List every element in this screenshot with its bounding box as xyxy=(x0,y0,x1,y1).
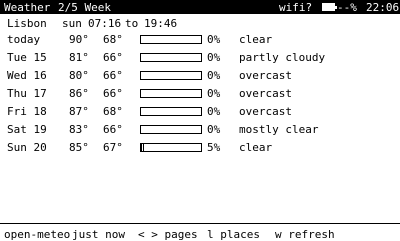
precip-bar xyxy=(140,107,202,116)
location-line: Lisbon sun 07:16 to 19:46 xyxy=(0,16,400,32)
sunrise-time: 07:16 xyxy=(88,17,122,30)
low-temp: 66° xyxy=(103,87,123,100)
precip-percent: 0% xyxy=(207,51,221,64)
wifi-status: wifi? xyxy=(279,1,313,14)
forecast-row: Thu 17 86° 66° 0% overcast xyxy=(0,86,400,102)
places-hint[interactable]: l places xyxy=(207,228,260,241)
day-label: Sat 19 xyxy=(7,123,47,136)
precip-bar xyxy=(140,125,202,134)
data-source: open-meteo xyxy=(4,228,71,241)
forecast-row: Fri 18 87° 68° 0% overcast xyxy=(0,104,400,120)
low-temp: 66° xyxy=(103,69,123,82)
forecast-row: today 90° 68° 0% clear xyxy=(0,32,400,48)
refresh-hint[interactable]: w refresh xyxy=(275,228,335,241)
forecast-row: Sun 20 85° 67° 5% clear xyxy=(0,140,400,156)
forecast-row: Sat 19 83° 66° 0% mostly clear xyxy=(0,122,400,138)
high-temp: 83° xyxy=(69,123,89,136)
precip-bar xyxy=(140,35,202,44)
precip-percent: 0% xyxy=(207,123,221,136)
low-temp: 68° xyxy=(103,105,123,118)
high-temp: 87° xyxy=(69,105,89,118)
day-label: Fri 18 xyxy=(7,105,47,118)
precip-bar-fill xyxy=(141,144,144,151)
battery-percent: --% xyxy=(337,1,357,14)
high-temp: 86° xyxy=(69,87,89,100)
precip-bar xyxy=(140,71,202,80)
day-label: Tue 15 xyxy=(7,51,47,64)
precip-percent: 0% xyxy=(207,33,221,46)
precip-percent: 0% xyxy=(207,69,221,82)
condition-text: partly cloudy xyxy=(239,51,326,64)
condition-text: clear xyxy=(239,141,273,154)
precip-bar xyxy=(140,143,202,152)
high-temp: 81° xyxy=(69,51,89,64)
day-label: Thu 17 xyxy=(7,87,47,100)
condition-text: clear xyxy=(239,33,273,46)
low-temp: 67° xyxy=(103,141,123,154)
forecast-row: Tue 15 81° 66° 0% partly cloudy xyxy=(0,50,400,66)
condition-text: mostly clear xyxy=(239,123,319,136)
precip-bar xyxy=(140,53,202,62)
day-label: Sun 20 xyxy=(7,141,47,154)
high-temp: 80° xyxy=(69,69,89,82)
freshness: just now xyxy=(72,228,125,241)
precip-percent: 5% xyxy=(207,141,221,154)
day-label: today xyxy=(7,33,41,46)
condition-text: overcast xyxy=(239,69,292,82)
condition-text: overcast xyxy=(239,87,292,100)
app-title: Weather xyxy=(4,1,51,14)
precip-bar xyxy=(140,89,202,98)
sunset-time: 19:46 xyxy=(144,17,178,30)
condition-text: overcast xyxy=(239,105,292,118)
sun-label: sun xyxy=(62,17,82,30)
high-temp: 90° xyxy=(69,33,89,46)
to-word: to xyxy=(125,17,139,30)
battery-icon xyxy=(322,3,337,11)
low-temp: 66° xyxy=(103,123,123,136)
page-indicator: 2/5 Week xyxy=(58,1,111,14)
location-name: Lisbon xyxy=(7,17,47,30)
status-bar: Weather 2/5 Week wifi? --% 22:06 xyxy=(0,0,400,14)
footer-divider xyxy=(0,223,400,224)
precip-percent: 0% xyxy=(207,87,221,100)
high-temp: 85° xyxy=(69,141,89,154)
day-label: Wed 16 xyxy=(7,69,47,82)
clock: 22:06 xyxy=(366,1,400,14)
forecast-row: Wed 16 80° 66° 0% overcast xyxy=(0,68,400,84)
low-temp: 68° xyxy=(103,33,123,46)
pages-hint[interactable]: < > pages xyxy=(138,228,198,241)
precip-percent: 0% xyxy=(207,105,221,118)
low-temp: 66° xyxy=(103,51,123,64)
